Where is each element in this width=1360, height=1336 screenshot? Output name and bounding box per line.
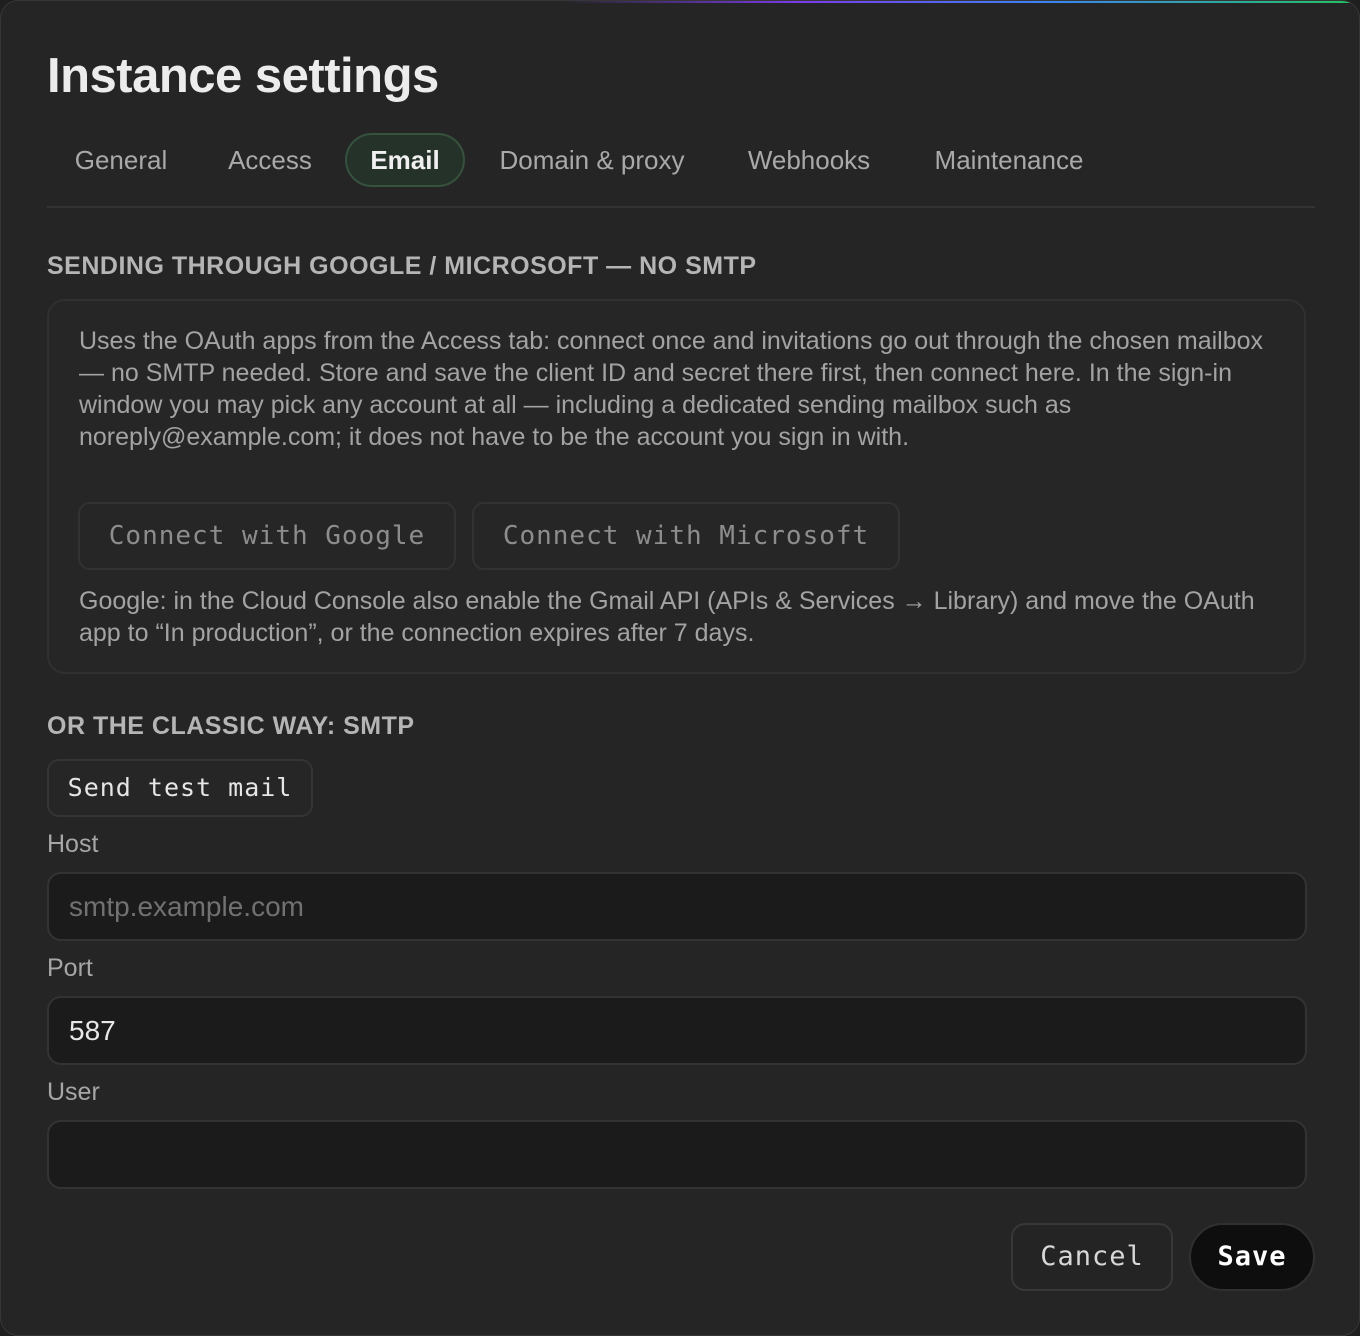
user-label: User (47, 1078, 100, 1106)
save-button[interactable]: Save (1189, 1223, 1315, 1291)
user-input[interactable] (47, 1120, 1307, 1189)
connect-microsoft-button[interactable]: Connect with Microsoft (472, 502, 900, 570)
tab-email[interactable]: Email (345, 133, 465, 187)
oauth-description: Uses the OAuth apps from the Access tab:… (79, 327, 1264, 451)
dialog-title: Instance settings (47, 49, 439, 103)
oauth-gmail-note: Google: in the Cloud Console also enable… (79, 587, 1255, 647)
cancel-button[interactable]: Cancel (1011, 1223, 1173, 1291)
tab-domain-proxy[interactable]: Domain & proxy (477, 133, 707, 187)
tab-general[interactable]: General (47, 133, 195, 187)
tab-bar: General Access Email Domain & proxy Webh… (47, 133, 1315, 208)
settings-dialog: Instance settings General Access Email D… (0, 0, 1360, 1336)
tab-webhooks[interactable]: Webhooks (729, 133, 889, 187)
accent-gradient-line (561, 1, 1359, 3)
tab-access[interactable]: Access (207, 133, 333, 187)
connect-google-button[interactable]: Connect with Google (78, 502, 456, 570)
host-label: Host (47, 830, 99, 858)
tab-maintenance[interactable]: Maintenance (913, 133, 1105, 187)
send-test-mail-button[interactable]: Send test mail (47, 759, 313, 817)
port-input[interactable] (47, 996, 1307, 1065)
oauth-panel: Uses the OAuth apps from the Access tab:… (47, 299, 1306, 674)
oauth-section-heading: SENDING THROUGH GOOGLE / MICROSOFT — NO … (47, 252, 757, 280)
smtp-section-heading: OR THE CLASSIC WAY: SMTP (47, 712, 415, 740)
port-label: Port (47, 954, 93, 982)
host-input[interactable] (47, 872, 1307, 941)
